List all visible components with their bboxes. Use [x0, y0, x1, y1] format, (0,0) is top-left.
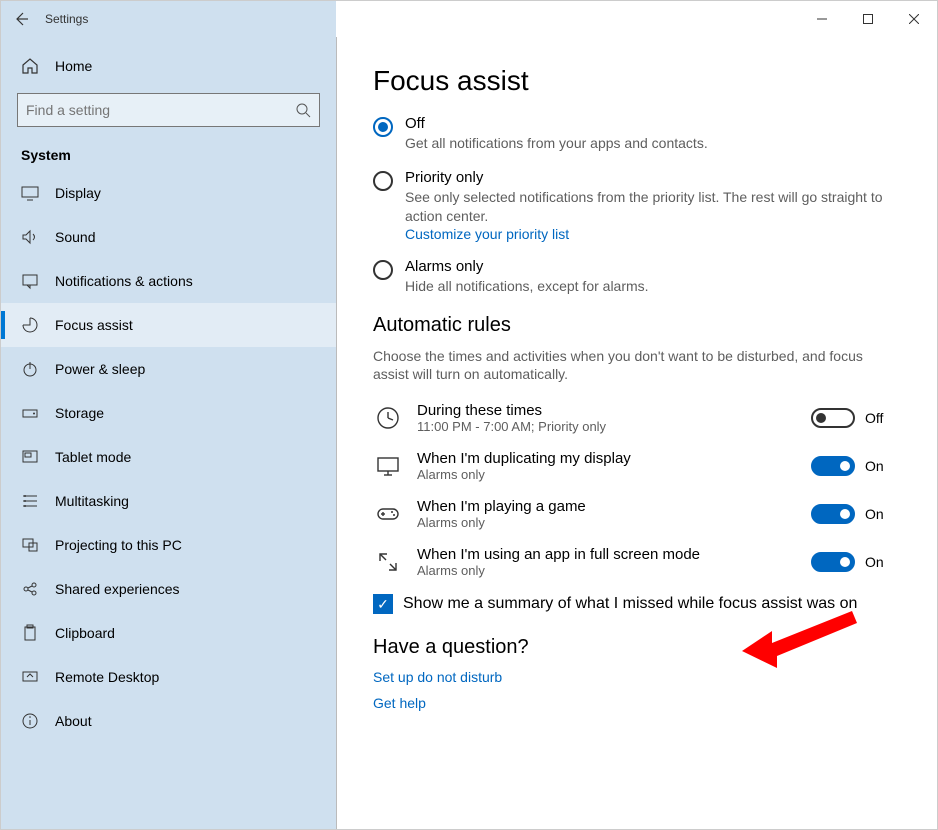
toggle-game[interactable] [811, 504, 855, 524]
focus-assist-icon [21, 316, 41, 334]
tablet-icon [21, 448, 41, 466]
get-help-link[interactable]: Get help [373, 695, 901, 711]
gamepad-icon [373, 499, 403, 529]
window-title: Settings [45, 12, 88, 26]
question-heading: Have a question? [373, 636, 901, 659]
sidebar-item-storage[interactable]: Storage [1, 391, 336, 435]
sidebar-item-notifications[interactable]: Notifications & actions [1, 259, 336, 303]
fullscreen-icon [373, 547, 403, 577]
toggle-duplicating[interactable] [811, 456, 855, 476]
toggle-fullscreen[interactable] [811, 552, 855, 572]
sidebar: Home System Display Sound Notifications … [1, 37, 336, 829]
minimize-button[interactable] [799, 1, 845, 37]
summary-checkbox[interactable]: ✓ [373, 594, 393, 614]
radio-off[interactable]: Off Get all notifications from your apps… [373, 115, 901, 153]
rule-game[interactable]: When I'm playing a gameAlarms only On [373, 498, 901, 530]
back-button[interactable] [13, 11, 45, 27]
shared-icon [21, 580, 41, 598]
radio-priority-input[interactable] [373, 171, 393, 191]
about-icon [21, 712, 41, 730]
sidebar-item-display[interactable]: Display [1, 171, 336, 215]
customize-priority-link[interactable]: Customize your priority list [405, 226, 901, 242]
notifications-icon [21, 272, 41, 290]
close-button[interactable] [891, 1, 937, 37]
sidebar-item-focus-assist[interactable]: Focus assist [1, 303, 336, 347]
home-label: Home [55, 58, 92, 74]
main-content: Focus assist Off Get all notifications f… [336, 37, 937, 829]
do-not-disturb-link[interactable]: Set up do not disturb [373, 669, 901, 685]
sidebar-item-remote[interactable]: Remote Desktop [1, 655, 336, 699]
power-icon [21, 360, 41, 378]
search-input[interactable] [17, 93, 320, 127]
display-icon [21, 184, 41, 202]
summary-checkbox-row[interactable]: ✓ Show me a summary of what I missed whi… [373, 594, 901, 614]
rule-times[interactable]: During these times11:00 PM - 7:00 AM; Pr… [373, 402, 901, 434]
page-title: Focus assist [373, 65, 901, 97]
automatic-rules-heading: Automatic rules [373, 314, 901, 337]
radio-alarms-input[interactable] [373, 260, 393, 280]
radio-priority[interactable]: Priority only See only selected notifica… [373, 169, 901, 242]
home-button[interactable]: Home [1, 47, 336, 85]
clock-icon [373, 403, 403, 433]
sidebar-item-clipboard[interactable]: Clipboard [1, 611, 336, 655]
sidebar-item-multitasking[interactable]: Multitasking [1, 479, 336, 523]
sidebar-item-about[interactable]: About [1, 699, 336, 743]
monitor-icon [373, 451, 403, 481]
storage-icon [21, 404, 41, 422]
clipboard-icon [21, 624, 41, 642]
sidebar-item-shared[interactable]: Shared experiences [1, 567, 336, 611]
home-icon [21, 57, 41, 75]
automatic-rules-desc: Choose the times and activities when you… [373, 347, 901, 385]
radio-alarms[interactable]: Alarms only Hide all notifications, exce… [373, 258, 901, 296]
sound-icon [21, 228, 41, 246]
maximize-button[interactable] [845, 1, 891, 37]
radio-off-input[interactable] [373, 117, 393, 137]
sidebar-item-sound[interactable]: Sound [1, 215, 336, 259]
toggle-times[interactable] [811, 408, 855, 428]
category-label: System [1, 137, 336, 171]
summary-label: Show me a summary of what I missed while… [403, 595, 857, 613]
titlebar: Settings [1, 1, 937, 37]
search-icon [295, 102, 311, 118]
remote-icon [21, 668, 41, 686]
sidebar-item-projecting[interactable]: Projecting to this PC [1, 523, 336, 567]
sidebar-item-tablet[interactable]: Tablet mode [1, 435, 336, 479]
rule-fullscreen[interactable]: When I'm using an app in full screen mod… [373, 546, 901, 578]
rule-duplicating[interactable]: When I'm duplicating my displayAlarms on… [373, 450, 901, 482]
search-field[interactable] [26, 102, 295, 118]
projecting-icon [21, 536, 41, 554]
sidebar-item-power[interactable]: Power & sleep [1, 347, 336, 391]
multitasking-icon [21, 492, 41, 510]
